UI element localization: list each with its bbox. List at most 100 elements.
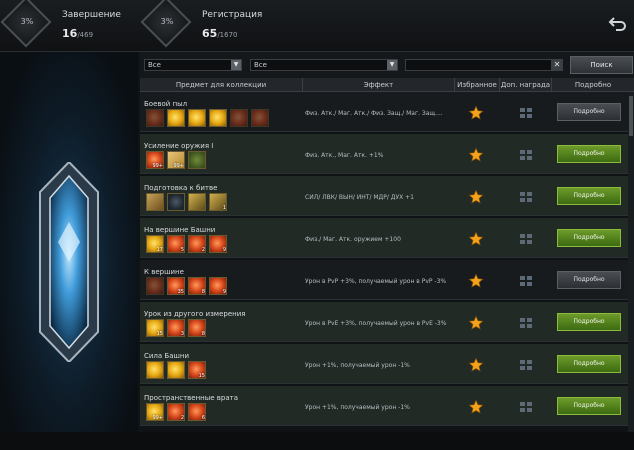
collection-item-icon[interactable] <box>167 109 185 127</box>
collection-name: Урок из другого измерения <box>144 310 246 318</box>
category-select-value: Все <box>148 61 161 69</box>
completion-stat: 3% Завершение 16/469 <box>0 0 135 52</box>
reward-icon[interactable] <box>519 107 533 119</box>
reward-icon[interactable] <box>519 149 533 161</box>
search-input[interactable] <box>405 59 553 71</box>
collection-name: Боевой пыл <box>144 100 188 108</box>
reward-icon[interactable] <box>519 401 533 413</box>
collection-item-icon[interactable] <box>167 361 185 379</box>
reward-icon[interactable] <box>519 233 533 245</box>
detail-button[interactable]: Подробно <box>557 187 621 205</box>
collection-window: 3% Завершение 16/469 3% Регистрация 65/1… <box>0 0 634 450</box>
clear-search-icon[interactable]: ✕ <box>551 59 563 71</box>
collection-item-icon[interactable]: 99+ <box>146 151 164 169</box>
collection-item-icon[interactable] <box>188 151 206 169</box>
favorite-star-icon[interactable] <box>468 399 484 415</box>
status-select[interactable]: Все ▼ <box>250 59 398 71</box>
favorite-star-icon[interactable] <box>468 315 484 331</box>
reward-icon[interactable] <box>519 317 533 329</box>
favorite-star-icon[interactable] <box>468 105 484 121</box>
item-quantity: 2 <box>201 247 205 253</box>
table-row[interactable]: Подготовка к битве 1 СИЛ/ ЛВК/ ВЫН/ ИНТ/ М… <box>140 176 628 216</box>
collection-name: К вершине <box>144 268 184 276</box>
chevron-down-icon: ▼ <box>231 60 241 70</box>
collection-item-icon[interactable] <box>188 193 206 211</box>
table-row[interactable]: К вершине 35 8 9 Урон в PvP +3%, получаемый … <box>140 260 628 300</box>
collection-item-icon[interactable] <box>146 277 164 295</box>
detail-button[interactable]: Подробно <box>557 397 621 415</box>
collection-effect: Урон +1%, получаемый урон -1% <box>305 362 410 369</box>
item-quantity: 35 <box>177 289 184 295</box>
detail-button[interactable]: Подробно <box>557 103 621 121</box>
scroll-thumb[interactable] <box>629 96 633 136</box>
table-row[interactable]: Урок из другого измерения 15 3 8 Урон в PvE … <box>140 302 628 342</box>
collection-item-icon[interactable] <box>167 193 185 211</box>
collection-item-icon[interactable]: 1 <box>209 193 227 211</box>
favorite-star-icon[interactable] <box>468 231 484 247</box>
item-quantity: 8 <box>201 289 205 295</box>
collection-item-icon[interactable]: 2 <box>188 235 206 253</box>
collection-item-icon[interactable]: 3 <box>167 319 185 337</box>
item-quantity: 15 <box>156 331 163 337</box>
favorite-star-icon[interactable] <box>468 189 484 205</box>
collection-item-icon[interactable] <box>146 109 164 127</box>
collection-item-icon[interactable]: 15 <box>146 319 164 337</box>
filter-bar: Все ▼ Все ▼ ✕ Поиск <box>140 52 634 78</box>
collection-item-icon[interactable] <box>146 361 164 379</box>
collection-item-icon[interactable] <box>146 193 164 211</box>
item-quantity: 1 <box>222 205 226 211</box>
detail-button[interactable]: Подробно <box>557 145 621 163</box>
collection-item-icon[interactable]: 2 <box>167 403 185 421</box>
collection-item-icon[interactable] <box>188 109 206 127</box>
collection-item-icon[interactable]: 6 <box>188 403 206 421</box>
completion-value: 16/469 <box>62 27 93 40</box>
collection-item-icon[interactable]: 9 <box>209 235 227 253</box>
header-effect: Эффект <box>303 78 455 92</box>
collection-name: Сила Башни <box>144 352 190 360</box>
table-row[interactable]: Пространственные врата 99+ 2 6 Урон +1%, пол… <box>140 386 628 426</box>
collection-item-icon[interactable]: 5 <box>167 235 185 253</box>
collection-item-icon[interactable] <box>209 109 227 127</box>
registration-value: 65/1670 <box>202 27 238 40</box>
item-quantity: 99+ <box>152 415 163 421</box>
table-row[interactable]: Сила Башни 15 Урон +1%, получаемый урон -1… <box>140 344 628 384</box>
search-button[interactable]: Поиск <box>570 56 633 74</box>
collection-effect: Физ./ Маг. Атк. оружием +100 <box>305 236 401 243</box>
item-quantity: 8 <box>201 331 205 337</box>
collection-item-icon[interactable] <box>230 109 248 127</box>
back-arrow-icon[interactable] <box>608 14 628 36</box>
item-quantity: 17 <box>156 247 163 253</box>
favorite-star-icon[interactable] <box>468 357 484 373</box>
collection-item-icon[interactable]: 17 <box>146 235 164 253</box>
item-quantity: 99+ <box>173 163 184 169</box>
collection-name: Усиление оружия I <box>144 142 214 150</box>
reward-icon[interactable] <box>519 275 533 287</box>
collection-item-icon[interactable]: 35 <box>167 277 185 295</box>
detail-button[interactable]: Подробно <box>557 355 621 373</box>
item-quantity: 9 <box>222 289 226 295</box>
completion-title: Завершение <box>62 10 121 20</box>
category-select[interactable]: Все ▼ <box>144 59 242 71</box>
collection-item-icon[interactable] <box>251 109 269 127</box>
detail-button[interactable]: Подробно <box>557 271 621 289</box>
collection-item-icon[interactable]: 8 <box>188 319 206 337</box>
favorite-star-icon[interactable] <box>468 273 484 289</box>
collection-effect: Физ. Атк./ Маг. Атк./ Физ. Защ./ Маг. За… <box>305 110 443 117</box>
favorite-star-icon[interactable] <box>468 147 484 163</box>
table-row[interactable]: Усиление оружия I 99+ 99+ Физ. Атк., Маг. А… <box>140 134 628 174</box>
detail-button[interactable]: Подробно <box>557 229 621 247</box>
registration-total: /1670 <box>217 31 238 39</box>
table-row[interactable]: На вершине Башни 17 5 2 9 Физ./ Маг. Атк. ору… <box>140 218 628 258</box>
item-quantity: 15 <box>198 373 205 379</box>
reward-icon[interactable] <box>519 359 533 371</box>
collection-item-icon[interactable]: 99+ <box>167 151 185 169</box>
table-row[interactable]: Боевой пыл Физ. Атк./ Маг. Атк./ Физ. Защ… <box>140 92 628 132</box>
scrollbar[interactable] <box>628 92 634 432</box>
detail-button[interactable]: Подробно <box>557 313 621 331</box>
collection-item-icon[interactable]: 15 <box>188 361 206 379</box>
collection-item-icon[interactable]: 8 <box>188 277 206 295</box>
table-header: Предмет для коллекции Эффект Избранное Д… <box>140 78 634 92</box>
collection-item-icon[interactable]: 99+ <box>146 403 164 421</box>
reward-icon[interactable] <box>519 191 533 203</box>
collection-item-icon[interactable]: 9 <box>209 277 227 295</box>
